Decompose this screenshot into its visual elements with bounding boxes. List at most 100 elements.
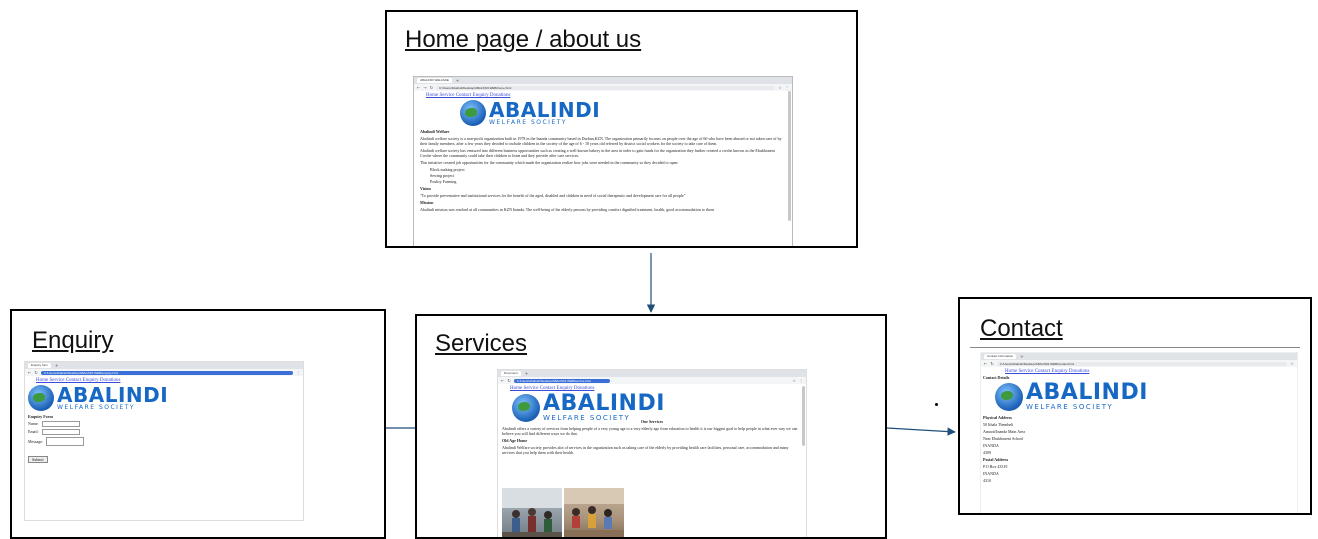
node-title-home: Home page / about us: [405, 26, 642, 53]
screenshot-contact: Contact Information + ← ↻ C:/Users/Abali…: [980, 352, 1298, 513]
back-icon[interactable]: ←: [28, 370, 31, 375]
about-para-1: Abalindi welfare society is a non-profit…: [420, 135, 782, 146]
globe-icon: [460, 100, 486, 127]
postal-line: INANDA: [983, 470, 999, 476]
logo-main-text: ABALINDI: [1026, 380, 1148, 405]
postal-line: P.O Box 43319: [983, 463, 1008, 469]
email-row: Email:: [28, 428, 300, 435]
message-row: Message:: [28, 436, 300, 446]
node-title-services: Services: [435, 330, 528, 357]
people-icon: [502, 488, 562, 537]
heading-postal-address: Postal Address: [983, 456, 1009, 462]
star-icon[interactable]: ☆: [792, 378, 796, 383]
vision-text: "To provide preventative and institution…: [420, 192, 686, 198]
globe-icon: [995, 382, 1023, 411]
photo-elderly-group: [502, 488, 562, 537]
heading-physical-address: Physical Address: [983, 414, 1012, 420]
browser-tabs: Contact Information +: [981, 353, 1297, 360]
node-services: Services Document + ← ↻ C:/Users/Abalind…: [415, 314, 887, 539]
scrollbar[interactable]: [802, 386, 805, 446]
menu-icon[interactable]: ⋮: [296, 370, 300, 375]
forward-icon[interactable]: →: [423, 85, 426, 90]
browser-toolbar: ← ↻ C:/Users/Abalindi/Desktop/ABALINDI-W…: [25, 369, 303, 376]
logo-sub-text: WELFARE SOCIETY: [57, 404, 136, 411]
logo-main-text: ABALINDI: [543, 391, 665, 416]
globe-icon: [28, 385, 54, 412]
message-label: Message:: [28, 438, 44, 444]
logo: ABALINDI WELFARE SOCIETY: [460, 100, 786, 127]
logo-main-text: ABALINDI: [489, 98, 601, 122]
page-content: Home Service Contact Enquiry Donations A…: [25, 376, 303, 468]
heading-about: Abalindi Welfare: [420, 128, 450, 134]
page-content: Home Service Contact Enquiry Donations C…: [981, 367, 1297, 487]
back-icon[interactable]: ←: [417, 85, 420, 90]
new-tab-icon[interactable]: +: [1020, 354, 1023, 359]
page-content: Home Service Contact Enquiry Donations A…: [414, 91, 792, 216]
heading-old-age-home: Old Age Home: [502, 437, 528, 443]
browser-toolbar: ← → ↻ C:/Users/Abalindi/Desktop/ABALINDI…: [414, 84, 792, 91]
mission-text: Abalindi mission was reached at all comm…: [420, 206, 715, 212]
list-item: Poultry Farming: [430, 178, 457, 184]
address-bar[interactable]: C:/Users/Abalindi/Desktop/ABALINDI-WEB/e…: [40, 370, 293, 375]
edge-services-to-contact: [886, 427, 956, 436]
photo-elderly-room: [564, 488, 624, 537]
screenshot-services: Document + ← ↻ C:/Users/Abalindi/Desktop…: [497, 369, 807, 537]
logo-main-text: ABALINDI: [57, 383, 169, 407]
reload-icon[interactable]: ↻: [34, 370, 37, 375]
reload-icon[interactable]: ↻: [990, 361, 993, 366]
site-nav[interactable]: Home Service Contact Enquiry Donations: [1005, 369, 1295, 374]
about-para-3: This initiative created job opportunitie…: [420, 159, 679, 165]
page-content: Home Service Contact Enquiry Donations A…: [498, 384, 806, 459]
heading-mission: Mission: [420, 199, 434, 205]
menu-icon[interactable]: ⋮: [799, 378, 803, 383]
name-row: Name:: [28, 420, 300, 427]
submit-button[interactable]: Submit: [28, 455, 48, 463]
reload-icon[interactable]: ↻: [430, 85, 433, 90]
logo-sub-text: WELFARE SOCIETY: [489, 119, 568, 126]
services-para-2: Abalindi Welfare society provides alot o…: [502, 444, 789, 455]
browser-tab[interactable]: Enquiry form: [28, 363, 52, 368]
form-heading: Enquiry Form: [28, 413, 53, 419]
list-item: Sewing project: [430, 172, 455, 178]
address-bar[interactable]: C:/Users/Abalindi/Desktop/ABALINDI-WEB/h…: [436, 85, 776, 90]
scrollbar[interactable]: [788, 91, 791, 221]
new-tab-icon[interactable]: +: [525, 371, 528, 376]
globe-icon: [512, 393, 540, 422]
physical-line: 50 Ithala Thembeli: [983, 421, 1014, 427]
reload-icon[interactable]: ↻: [507, 378, 510, 383]
name-label: Name:: [28, 421, 39, 427]
star-icon[interactable]: ☆: [778, 85, 782, 90]
star-icon[interactable]: ☆: [1290, 361, 1294, 366]
physical-line: Amaoti/Inanda Main Area: [983, 428, 1025, 434]
stray-dot: [935, 403, 938, 406]
logo: ABALINDI WELFARE SOCIETY: [28, 385, 300, 412]
message-field[interactable]: [46, 436, 85, 446]
site-nav[interactable]: Home Service Contact Enquiry Donations: [426, 93, 786, 98]
address-bar[interactable]: C:/Users/Abalindi/Desktop/ABALINDI-WEB/s…: [513, 378, 610, 383]
about-para-2: Abalindi welfare society has ventured in…: [420, 147, 775, 158]
node-title-contact: Contact: [980, 315, 1063, 342]
back-icon[interactable]: ←: [501, 378, 504, 383]
email-field[interactable]: [41, 428, 80, 435]
browser-tab[interactable]: ABALINDI WELFARE: [417, 78, 452, 83]
new-tab-icon[interactable]: +: [456, 78, 459, 83]
title-rule: [970, 347, 1300, 348]
node-enquiry: Enquiry Enquiry form + ← ↻ C:/Users/Abal…: [10, 309, 386, 539]
browser-tabs: Enquiry form +: [25, 362, 303, 369]
email-label: Email:: [28, 429, 39, 435]
browser-tabs: ABALINDI WELFARE +: [414, 77, 792, 84]
name-field[interactable]: [41, 420, 80, 427]
services-para-1: Abalindi offers a variety of services fr…: [502, 425, 798, 436]
address-bar[interactable]: C:/Users/Abalindi/Desktop/ABALINDI-WEB/c…: [996, 361, 1288, 366]
people-icon: [564, 488, 624, 537]
browser-tab[interactable]: Document: [501, 371, 521, 376]
list-item: Block making project: [430, 166, 465, 172]
node-title-enquiry: Enquiry: [32, 327, 114, 354]
postal-line: 4310: [983, 477, 991, 483]
menu-icon[interactable]: ⋮: [785, 85, 789, 90]
logo: ABALINDI WELFARE SOCIETY: [995, 382, 1295, 412]
new-tab-icon[interactable]: +: [55, 363, 58, 368]
back-icon[interactable]: ←: [984, 361, 987, 366]
browser-tab[interactable]: Contact Information: [984, 354, 1017, 359]
logo-sub-text: WELFARE SOCIETY: [1026, 403, 1114, 411]
